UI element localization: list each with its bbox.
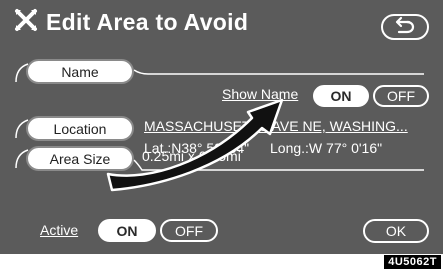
area-size-button[interactable]: Area Size [26, 146, 134, 171]
reference-code: 4U5062T [384, 255, 441, 269]
active-label: Active [40, 222, 79, 238]
name-button[interactable]: Name [26, 59, 134, 84]
navigation-screen: Edit Area to Avoid Name Show Name ON OFF… [0, 0, 443, 254]
location-address: MASSACHUSETTS AVE NE, WASHING... [144, 118, 408, 134]
active-on-button[interactable]: ON [98, 219, 156, 242]
location-button[interactable]: Location [26, 116, 134, 141]
ok-button[interactable]: OK [363, 219, 429, 243]
show-name-label: Show Name [222, 86, 299, 102]
active-off-button[interactable]: OFF [160, 219, 218, 242]
show-name-on-button[interactable]: ON [313, 85, 369, 107]
show-name-off-button[interactable]: OFF [373, 85, 429, 107]
location-longitude: Long.:W 77° 0'16" [270, 140, 383, 156]
area-size-value: 0.25mi x 0.25mi [142, 148, 241, 164]
